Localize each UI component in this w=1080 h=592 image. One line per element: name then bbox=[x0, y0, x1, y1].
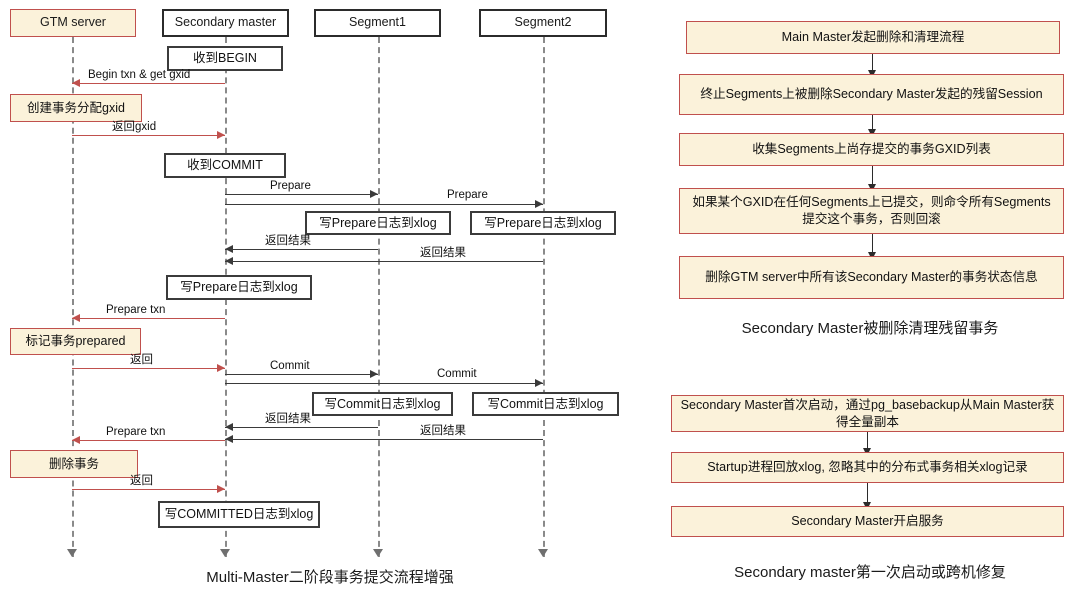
message-return-2-line bbox=[72, 489, 225, 490]
message-prepare-result-seg1-arrow bbox=[225, 244, 233, 253]
gtm-state-create-txn-assign-gxid[interactable]: 创建事务分配gxid bbox=[10, 94, 142, 122]
message-prepare-seg2-label: Prepare bbox=[447, 189, 488, 201]
header-segment2[interactable]: Segment2 bbox=[479, 9, 607, 37]
lifeline-end-gtm-server bbox=[67, 549, 77, 557]
activity-write-prepare-xlog-segment2[interactable]: 写Prepare日志到xlog bbox=[470, 211, 616, 235]
message-commit-seg1-arrow bbox=[370, 369, 378, 378]
lifeline-segment1 bbox=[378, 37, 380, 557]
activity-write-prepare-xlog-segment1[interactable]: 写Prepare日志到xlog bbox=[305, 211, 451, 235]
message-commit-result-seg1-label: 返回结果 bbox=[265, 413, 311, 425]
activity-write-prepare-xlog-secondary-master[interactable]: 写Prepare日志到xlog bbox=[166, 275, 312, 300]
flow-step-first-startup-basebackup[interactable]: Secondary Master首次启动，通过pg_basebackup从Mai… bbox=[671, 395, 1064, 432]
message-commit-seg2-arrow bbox=[535, 378, 543, 387]
sequence-diagram-panel: GTM server Secondary master Segment1 Seg… bbox=[0, 0, 660, 592]
message-return-1-label: 返回 bbox=[130, 354, 153, 366]
message-commit-result-seg2-line bbox=[225, 439, 543, 440]
flow-connector-6 bbox=[867, 483, 868, 504]
message-return-gxid-line bbox=[72, 135, 225, 136]
message-prepare-result-seg2-label: 返回结果 bbox=[420, 247, 466, 259]
flowchart-secondary-master-startup-panel: Secondary Master首次启动，通过pg_basebackup从Mai… bbox=[660, 385, 1080, 592]
message-commit-seg1-label: Commit bbox=[270, 360, 310, 372]
right-top-diagram-caption: Secondary Master被删除清理残留事务 bbox=[741, 320, 999, 337]
message-commit-result-seg1-arrow bbox=[225, 422, 233, 431]
flowchart-secondary-master-cleanup-panel: Main Master发起删除和清理流程 终止Segments上被删除Secon… bbox=[660, 0, 1080, 337]
message-commit-seg2-line bbox=[225, 383, 543, 384]
message-prepare-txn-1-label: Prepare txn bbox=[106, 304, 166, 316]
activity-write-committed-xlog[interactable]: 写COMMITTED日志到xlog bbox=[158, 501, 320, 528]
header-gtm-server[interactable]: GTM server bbox=[10, 9, 136, 37]
lifeline-segment2 bbox=[543, 37, 545, 557]
flow-step-startup-replay-xlog[interactable]: Startup进程回放xlog, 忽略其中的分布式事务相关xlog记录 bbox=[671, 452, 1064, 483]
message-return-2-label: 返回 bbox=[130, 475, 153, 487]
message-prepare-seg1-label: Prepare bbox=[270, 180, 311, 192]
message-prepare-txn-1-line bbox=[72, 318, 225, 319]
activity-write-commit-xlog-segment1[interactable]: 写Commit日志到xlog bbox=[312, 392, 453, 416]
flow-step-secondary-master-start-service[interactable]: Secondary Master开启服务 bbox=[671, 506, 1064, 537]
flow-step-delete-gtm-txn-state[interactable]: 删除GTM server中所有该Secondary Master的事务状态信息 bbox=[679, 256, 1064, 299]
message-return-gxid-arrow bbox=[217, 130, 225, 139]
message-prepare-seg1-arrow bbox=[370, 189, 378, 198]
lifeline-end-segment2 bbox=[538, 549, 548, 557]
flow-step-main-master-initiate-cleanup[interactable]: Main Master发起删除和清理流程 bbox=[686, 21, 1060, 54]
message-prepare-result-seg1-line bbox=[225, 249, 378, 250]
message-prepare-txn-2-arrow bbox=[72, 435, 80, 444]
header-secondary-master[interactable]: Secondary master bbox=[162, 9, 289, 37]
flow-step-terminate-residual-session[interactable]: 终止Segments上被删除Secondary Master发起的残留Sessi… bbox=[679, 74, 1064, 115]
activity-receive-begin[interactable]: 收到BEGIN bbox=[167, 46, 283, 71]
message-prepare-result-seg2-line bbox=[225, 261, 543, 262]
message-prepare-result-seg2-arrow bbox=[225, 256, 233, 265]
left-diagram-caption: Multi-Master二阶段事务提交流程增强 bbox=[206, 569, 454, 586]
activity-receive-commit[interactable]: 收到COMMIT bbox=[164, 153, 286, 178]
message-begin-txn-get-gxid-arrow bbox=[72, 78, 80, 87]
lifeline-end-segment1 bbox=[373, 549, 383, 557]
gtm-state-delete-txn[interactable]: 删除事务 bbox=[10, 450, 138, 478]
flow-connector-3 bbox=[872, 166, 873, 186]
activity-write-commit-xlog-segment2[interactable]: 写Commit日志到xlog bbox=[472, 392, 619, 416]
message-prepare-txn-2-line bbox=[72, 440, 225, 441]
message-begin-txn-get-gxid-label: Begin txn & get gxid bbox=[88, 69, 191, 81]
message-return-1-arrow bbox=[217, 363, 225, 372]
message-begin-txn-get-gxid-line bbox=[72, 83, 225, 84]
message-commit-result-seg2-arrow bbox=[225, 434, 233, 443]
right-bottom-diagram-caption: Secondary master第一次启动或跨机修复 bbox=[734, 564, 1006, 581]
message-prepare-seg2-arrow bbox=[535, 199, 543, 208]
message-return-1-line bbox=[72, 368, 225, 369]
message-return-2-arrow bbox=[217, 484, 225, 493]
message-prepare-seg2-line bbox=[225, 204, 543, 205]
message-prepare-txn-1-arrow bbox=[72, 313, 80, 322]
message-prepare-result-seg1-label: 返回结果 bbox=[265, 235, 311, 247]
message-commit-result-seg1-line bbox=[225, 427, 378, 428]
flow-step-collect-gxid-list[interactable]: 收集Segments上尚存提交的事务GXID列表 bbox=[679, 133, 1064, 166]
message-prepare-seg1-line bbox=[225, 194, 378, 195]
flow-step-commit-or-rollback-rule[interactable]: 如果某个GXID在任何Segments上已提交，则命令所有Segments提交这… bbox=[679, 188, 1064, 234]
message-commit-seg2-label: Commit bbox=[437, 368, 477, 380]
message-return-gxid-label: 返回gxid bbox=[112, 121, 157, 133]
diagram-canvas: GTM server Secondary master Segment1 Seg… bbox=[0, 0, 1080, 592]
message-prepare-txn-2-label: Prepare txn bbox=[106, 426, 166, 438]
gtm-state-mark-txn-prepared[interactable]: 标记事务prepared bbox=[10, 328, 141, 355]
lifeline-end-secondary-master bbox=[220, 549, 230, 557]
message-commit-seg1-line bbox=[225, 374, 378, 375]
message-commit-result-seg2-label: 返回结果 bbox=[420, 425, 466, 437]
header-segment1[interactable]: Segment1 bbox=[314, 9, 441, 37]
flow-connector-4 bbox=[872, 234, 873, 254]
